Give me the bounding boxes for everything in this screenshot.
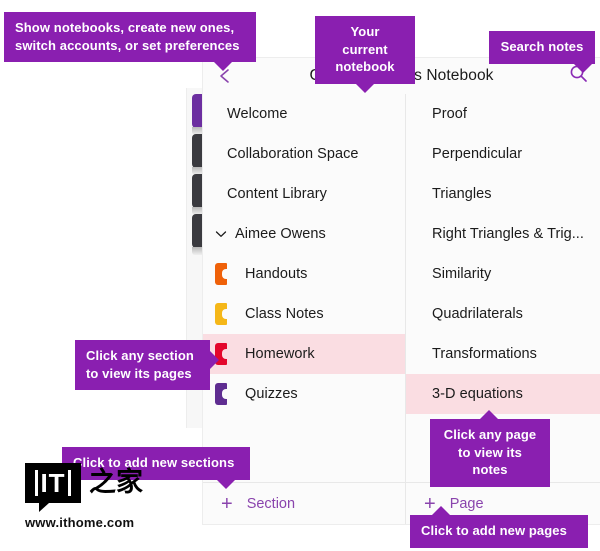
section-row-class-notes[interactable]: Class Notes <box>203 294 405 334</box>
callout-text: Show notebooks, create new ones, switch … <box>15 20 240 53</box>
callout-click-section: Click any section to view its pages <box>75 340 219 391</box>
callout-show-notebooks: Show notebooks, create new ones, switch … <box>4 12 256 72</box>
watermark-cjk-text: 之家 <box>89 467 143 498</box>
callout-text: Your current notebook <box>335 24 395 75</box>
callout-add-pages: Click to add new pages <box>410 506 588 548</box>
section-label: Quizzes <box>245 386 298 402</box>
watermark-url: www.ithome.com <box>25 515 135 530</box>
watermark-badge-text: IT <box>35 470 71 496</box>
callout-text: Click any section to view its pages <box>86 348 194 381</box>
page-label: Proof <box>432 106 467 122</box>
callout-click-page: Click any page to view its notes <box>430 410 550 487</box>
callout-tip <box>214 62 232 72</box>
watermark-logo: IT 之家 <box>25 463 185 512</box>
section-row-quizzes[interactable]: Quizzes <box>203 374 405 414</box>
section-label: Handouts <box>245 266 308 282</box>
page-label: Triangles <box>432 186 492 202</box>
callout-tip <box>356 83 374 93</box>
section-row-welcome[interactable]: Welcome <box>203 94 405 134</box>
add-page-label: Page <box>449 495 484 512</box>
page-row-proof[interactable]: Proof <box>406 94 600 134</box>
callout-current-notebook: Your current notebook <box>315 16 415 93</box>
watermark: IT 之家 www.ithome.com <box>25 463 185 530</box>
page-label: 3-D equations <box>432 386 523 402</box>
callout-text: Search notes <box>500 39 584 54</box>
page-label: Perpendicular <box>432 146 523 162</box>
section-color-tab-icon <box>215 263 228 285</box>
page-row-triangles[interactable]: Triangles <box>406 174 600 214</box>
callout-tip <box>210 351 219 369</box>
page-row-3-d-equations[interactable]: 3-D equations <box>406 374 600 414</box>
page-row-transformations[interactable]: Transformations <box>406 334 600 374</box>
callout-tip <box>432 506 450 515</box>
callout-text: Click any page to view its notes <box>443 427 537 478</box>
section-row-content-library[interactable]: Content Library <box>203 174 405 214</box>
plus-icon: + <box>221 492 233 515</box>
section-label: Class Notes <box>245 306 324 322</box>
page-row-perpendicular[interactable]: Perpendicular <box>406 134 600 174</box>
ithome-badge-icon: IT <box>25 463 81 512</box>
sections-list: Welcome Collaboration Space Content Libr… <box>203 94 405 483</box>
add-section-label: Section <box>246 495 296 512</box>
section-group-label: Aimee Owens <box>235 226 326 242</box>
section-label: Content Library <box>227 186 327 202</box>
section-group-aimee-owens[interactable]: Aimee Owens <box>203 214 405 254</box>
section-label: Welcome <box>227 106 288 122</box>
page-label: Right Triangles & Trig... <box>432 226 584 242</box>
page-row-quadrilaterals[interactable]: Quadrilaterals <box>406 294 600 334</box>
callout-search-notes: Search notes <box>489 31 595 73</box>
page-label: Similarity <box>432 266 492 282</box>
chevron-down-icon <box>215 225 227 243</box>
callout-tip <box>217 479 235 489</box>
section-label: Collaboration Space <box>227 146 359 162</box>
page-row-right-triangles-trig[interactable]: Right Triangles & Trig... <box>406 214 600 254</box>
page-label: Quadrilaterals <box>432 306 523 322</box>
page-row-similarity[interactable]: Similarity <box>406 254 600 294</box>
section-color-tab-icon <box>215 303 228 325</box>
screenshot-stage: Geometry Class Notebook Welcome <box>0 0 600 551</box>
callout-text: Click to add new pages <box>421 523 567 538</box>
section-row-handouts[interactable]: Handouts <box>203 254 405 294</box>
section-row-homework[interactable]: Homework <box>203 334 405 374</box>
section-label: Homework <box>245 346 315 362</box>
page-label: Transformations <box>432 346 537 362</box>
section-row-collaboration-space[interactable]: Collaboration Space <box>203 134 405 174</box>
callout-tip <box>574 63 592 73</box>
section-color-tab-icon <box>215 383 228 405</box>
callout-tip <box>480 410 498 419</box>
